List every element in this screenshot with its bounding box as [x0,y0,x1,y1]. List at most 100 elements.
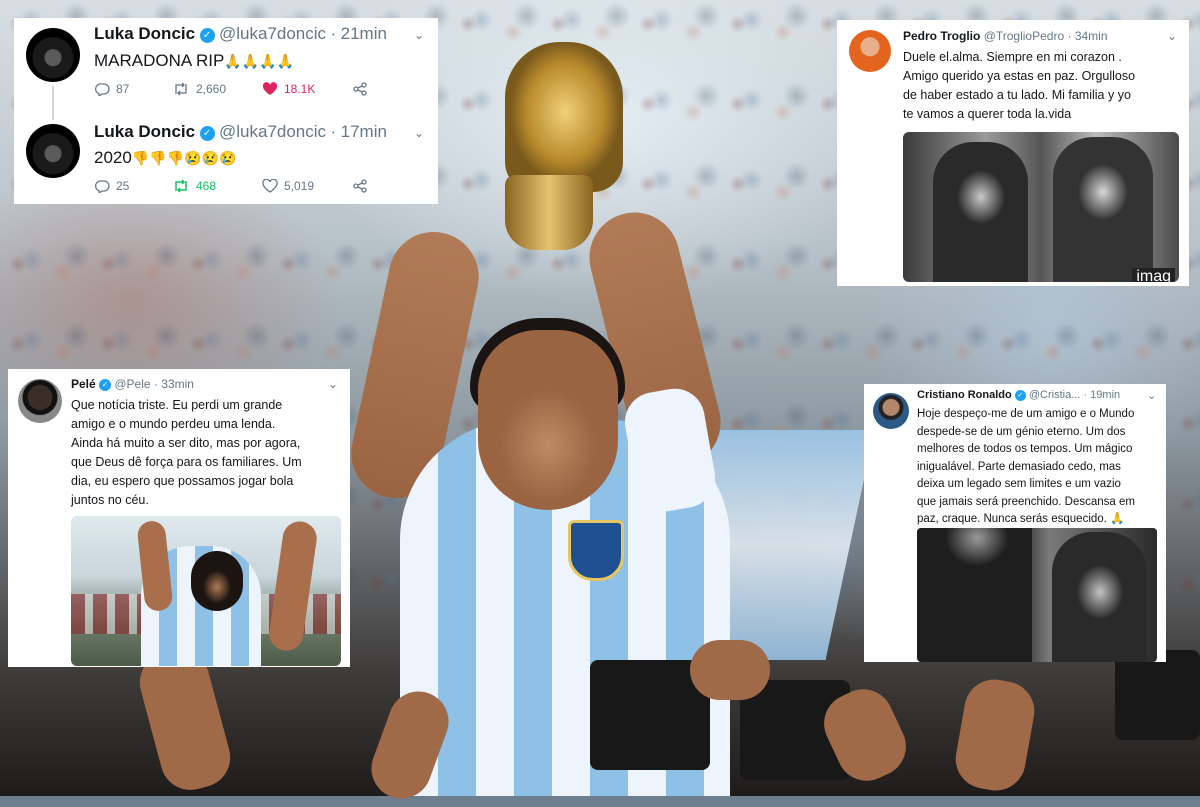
tweet-line: amigo e o mundo perdeu uma lenda. [71,417,276,431]
tweet-line: te vamos a querer toda la.vida [903,107,1072,121]
thread-line [52,86,54,120]
tweet-line: Hoje despeço-me de um amigo e o Mundo [917,408,1135,420]
share-button[interactable] [352,82,374,96]
reply-button[interactable]: 25 [94,179,172,193]
tweet-emoji: 👎👎👎😢😢😢 [131,150,237,166]
tweet-line: que jamais será preenchido. Descansa em [917,495,1135,508]
author-handle[interactable]: @luka7doncic [219,122,326,141]
tweet-time[interactable]: 17min [341,122,387,141]
cristiano-ronaldo-tweet-card: Cristiano Ronaldo ✓ @Cristia... · 19min … [864,384,1166,662]
chevron-down-icon[interactable]: ⌄ [414,28,424,42]
separator-dot: · [330,122,337,141]
author-handle[interactable]: @luka7doncic [219,24,326,43]
tweet-time[interactable]: 21min [341,24,387,43]
heart-filled-icon [262,82,278,95]
separator-dot: · [1067,29,1072,43]
tweet-time[interactable]: 34min [1075,29,1108,43]
luka-avatar[interactable] [26,28,80,82]
tweet-actions: 87 2,660 18.1K [94,82,374,96]
tweet-line: Ainda há muito a ser dito, mas por agora… [71,436,301,450]
tweet-line: Que notícia triste. Eu perdi um grande [71,398,283,412]
author-name[interactable]: Pedro Troglio [903,29,980,43]
tweet-line: paz, craque. Nunca serás esquecido. 🙏 [917,511,1135,529]
raised-hand [690,640,770,700]
tweet-text: Hoje despeço-me de um amigo e o Mundo de… [917,406,1135,529]
tweet-text-body: 2020 [94,148,132,167]
author-name[interactable]: Cristiano Ronaldo [917,389,1012,401]
tweet-header: Pedro Troglio @TroglioPedro · 34min [903,29,1108,43]
photo-person [933,142,1028,282]
separator-dot: · [1083,389,1088,401]
retweet-button[interactable]: 2,660 [172,82,262,96]
retweet-count: 2,660 [196,82,227,96]
tweet-header: Luka Doncic ✓ @luka7doncic · 21min [94,24,387,44]
tweet-line: dia, eu espero que possamos jogar bola [71,474,294,488]
tweet-time[interactable]: 33min [161,377,194,391]
retweet-count: 468 [196,179,217,193]
world-cup-trophy [505,42,623,192]
share-icon [353,179,367,193]
reply-count: 87 [116,82,130,96]
share-icon [353,82,367,96]
verified-icon: ✓ [199,126,215,141]
tweet-line: que Deus dê força para os familiares. Um [71,455,302,469]
chevron-down-icon[interactable]: ⌄ [1167,29,1177,43]
reply-icon [94,83,110,96]
tweet-photo[interactable] [71,516,341,666]
chevron-down-icon[interactable]: ⌄ [328,377,338,391]
photo-person [922,528,1032,662]
reply-icon [94,180,110,193]
share-button[interactable] [352,179,374,193]
verified-icon: ✓ [99,379,112,391]
tweet-line: melhores de todos os tempos. Um mágico [917,443,1133,455]
retweet-icon [175,82,187,96]
tweet-line-text: paz, craque. Nunca serás esquecido. [917,513,1107,525]
tweet-line: Duele el.alma. Siempre en mi corazon . [903,50,1122,64]
pele-tweet-card: Pelé ✓ @Pele · 33min ⌄ Que notícia trist… [8,369,350,667]
reply-count: 25 [116,179,130,193]
verified-icon: ✓ [199,28,215,43]
verified-icon: ✓ [1014,390,1026,401]
tweet-text: Duele el.alma. Siempre en mi corazon . A… [903,48,1135,124]
pele-avatar[interactable] [18,379,62,423]
photo-head [191,551,243,611]
separator-dot: · [330,24,337,43]
like-count: 18.1K [284,82,316,96]
tweet-actions: 25 468 5,019 [94,179,374,193]
jersey-badge [568,520,624,581]
tweet-photo[interactable]: imag [903,132,1179,282]
author-handle[interactable]: @Cristia... [1029,389,1081,401]
retweet-icon [175,179,187,193]
trophy-base [505,175,593,250]
tweet-line: de haber estado a tu lado. Mi familia y … [903,88,1131,102]
camera [1115,650,1200,740]
pedro-troglio-tweet-card: Pedro Troglio @TroglioPedro · 34min ⌄ Du… [837,20,1189,286]
luka-avatar[interactable] [26,124,80,178]
tweet-time[interactable]: 19min [1090,389,1120,401]
like-count: 5,019 [284,179,315,193]
tweet-header: Luka Doncic ✓ @luka7doncic · 17min [94,122,387,142]
ronaldo-avatar[interactable] [873,393,909,429]
author-name[interactable]: Pelé [71,377,96,391]
tweet-text: Que notícia triste. Eu perdi um grande a… [71,396,302,510]
chevron-down-icon[interactable]: ⌄ [414,126,424,140]
tweet-emoji: 🙏 [1110,513,1125,525]
tweet-line: despede-se de um génio eterno. Um dos [917,425,1126,438]
author-handle[interactable]: @Pele [114,377,150,391]
tweet-line: juntos no céu. [71,493,149,507]
author-handle[interactable]: @TroglioPedro [984,29,1064,43]
troglio-avatar[interactable] [849,30,891,72]
reply-button[interactable]: 87 [94,82,172,96]
tweet-header: Pelé ✓ @Pele · 33min [71,377,194,391]
like-button[interactable]: 18.1K [262,82,352,96]
separator-dot: · [153,377,158,391]
tweet-line: deixa um legado sem limites e um vazio [917,478,1121,490]
retweet-button[interactable]: 468 [172,179,262,193]
chevron-down-icon[interactable]: ⌄ [1147,389,1156,402]
photo-person [1052,532,1147,662]
author-name[interactable]: Luka Doncic [94,122,195,141]
like-button[interactable]: 5,019 [262,179,352,193]
tweet-text-body: MARADONA RIP [94,51,225,70]
tweet-photo[interactable] [917,528,1157,662]
author-name[interactable]: Luka Doncic [94,24,195,43]
